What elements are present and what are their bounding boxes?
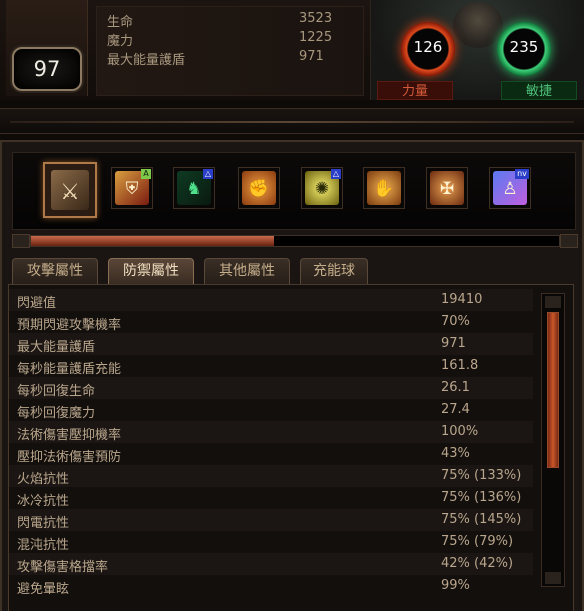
stat-row[interactable]: 預期閃避攻擊機率 70% (9, 311, 533, 333)
stat-value: 100% (441, 424, 479, 439)
stat-value: 43% (441, 446, 470, 461)
tab-defense[interactable]: 防禦屬性 (108, 258, 194, 284)
crossed-blade-icon: ✠ (430, 171, 464, 205)
strength-label: 力量 (377, 81, 453, 100)
stat-energy-shield-value: 971 (299, 49, 324, 64)
progress-left-cap (12, 234, 30, 248)
stat-name: 每秒回復魔力 (17, 406, 96, 421)
stat-name: 最大能量護盾 (17, 340, 96, 355)
stat-name: 預期閃避攻擊機率 (17, 318, 122, 333)
stat-row[interactable]: 避免暈眩 99% (9, 575, 533, 597)
stat-mana-label: 魔力 (107, 34, 134, 49)
stat-row[interactable]: 最大能量護盾 971 (9, 333, 533, 355)
character-stats-window: ⚔ ⛨ A ♞ △ ✊ ✺ △ ✋ ✠ ♙ nv 攻擊屬性 防禦屬性 其他屬性 … (0, 140, 584, 611)
skill-slot[interactable]: ✺ △ (301, 167, 343, 209)
section-divider (0, 108, 584, 134)
progress-fill (31, 236, 274, 246)
fist-strike-icon: ✊ (242, 171, 276, 205)
core-stats-list: 生命 3523 魔力 1225 最大能量護盾 971 (96, 6, 364, 96)
stat-name: 冰冷抗性 (17, 494, 70, 509)
divider-ornament (10, 121, 574, 123)
skill-slot-selected[interactable]: ⚔ (43, 162, 97, 218)
defense-stats-panel: 閃避值 19410 預期閃避攻擊機率 70% 最大能量護盾 971 每秒能量護盾充能 161.… (8, 284, 574, 611)
stat-row[interactable]: 閃避值 19410 (9, 289, 533, 311)
stat-value: 26.1 (441, 380, 470, 395)
stat-life: 生命 3523 (107, 11, 357, 30)
skill-slot[interactable]: ✊ (238, 167, 280, 209)
progress-right-cap (560, 234, 578, 248)
stat-name: 壓抑法術傷害預防 (17, 450, 122, 465)
stat-row[interactable]: 混沌抗性 75% (79%) (9, 531, 533, 553)
tab-offense[interactable]: 攻擊屬性 (12, 258, 98, 284)
progress-row (12, 234, 578, 250)
stat-value: 161.8 (441, 358, 479, 373)
stat-energy-shield-label: 最大能量護盾 (107, 53, 186, 68)
stat-life-value: 3523 (299, 11, 333, 26)
stat-value: 75% (133%) (441, 468, 522, 483)
strength-value: 126 (413, 38, 443, 56)
tab-misc[interactable]: 其他屬性 (204, 258, 290, 284)
stat-row[interactable]: 閃電抗性 75% (145%) (9, 509, 533, 531)
stat-row[interactable]: 攻擊傷害格擋率 42% (42%) (9, 553, 533, 575)
skill-slot[interactable]: ✋ (363, 167, 405, 209)
gem-badge: A (141, 169, 151, 179)
stat-name: 混沌抗性 (17, 538, 70, 553)
scroll-thumb[interactable] (547, 312, 559, 468)
sword-icon: ⚔ (51, 170, 89, 210)
attribute-panel: 126 235 力量 敏捷 (370, 0, 584, 100)
stat-row[interactable]: 每秒回復魔力 27.4 (9, 399, 533, 421)
stat-row[interactable]: 壓抑法術傷害預防 43% (9, 443, 533, 465)
stat-name: 每秒回復生命 (17, 384, 96, 399)
gem-badge: nv (515, 169, 529, 179)
stat-value: 27.4 (441, 402, 470, 417)
dexterity-value: 235 (509, 38, 539, 56)
stat-name: 法術傷害壓抑機率 (17, 428, 122, 443)
level-value: 97 (33, 57, 61, 81)
stat-row[interactable]: 火焰抗性 75% (133%) (9, 465, 533, 487)
stat-life-label: 生命 (107, 15, 134, 30)
stat-value: 70% (441, 314, 470, 329)
stat-value: 75% (136%) (441, 490, 522, 505)
character-header: 97 生命 3523 魔力 1225 最大能量護盾 971 126 235 力量… (0, 0, 584, 100)
stat-mana: 魔力 1225 (107, 30, 357, 49)
dexterity-label: 敏捷 (501, 81, 577, 100)
stat-value: 75% (145%) (441, 512, 522, 527)
stat-value: 19410 (441, 292, 483, 307)
skill-slot[interactable]: ♙ nv (489, 167, 531, 209)
stats-scrollbar[interactable] (541, 293, 565, 587)
stat-row[interactable]: 冰冷抗性 75% (136%) (9, 487, 533, 509)
stat-name: 避免暈眩 (17, 582, 70, 597)
skill-gem-bar: ⚔ ⛨ A ♞ △ ✊ ✺ △ ✋ ✠ ♙ nv (12, 152, 576, 230)
stat-value: 99% (441, 578, 470, 593)
strength-orb[interactable]: 126 (401, 22, 455, 76)
stat-name: 攻擊傷害格擋率 (17, 560, 109, 575)
scroll-up-button[interactable] (545, 296, 561, 308)
stat-mana-value: 1225 (299, 30, 333, 45)
tab-charges[interactable]: 充能球 (300, 258, 368, 284)
stat-row[interactable]: 每秒能量護盾充能 161.8 (9, 355, 533, 377)
skill-slot[interactable]: ✠ (426, 167, 468, 209)
gem-badge: △ (331, 169, 341, 179)
stat-name: 閃避值 (17, 296, 57, 311)
scroll-down-button[interactable] (545, 572, 561, 584)
stat-name: 閃電抗性 (17, 516, 70, 531)
progress-bar (30, 235, 560, 247)
level-badge: 97 (12, 47, 82, 91)
stat-row[interactable]: 每秒回復生命 26.1 (9, 377, 533, 399)
gem-badge: △ (203, 169, 213, 179)
stat-value: 75% (79%) (441, 534, 514, 549)
stat-tabs: 攻擊屬性 防禦屬性 其他屬性 充能球 (12, 258, 576, 284)
stat-row[interactable]: 法術傷害壓抑機率 100% (9, 421, 533, 443)
stat-energy-shield: 最大能量護盾 971 (107, 49, 357, 68)
stat-value: 971 (441, 336, 466, 351)
skill-slot[interactable]: ♞ △ (173, 167, 215, 209)
stat-name: 每秒能量護盾充能 (17, 362, 122, 377)
stat-name: 火焰抗性 (17, 472, 70, 487)
grasp-icon: ✋ (367, 171, 401, 205)
stat-value: 42% (42%) (441, 556, 514, 571)
dexterity-orb[interactable]: 235 (497, 22, 551, 76)
skill-slot[interactable]: ⛨ A (111, 167, 153, 209)
statue-face-icon (453, 2, 503, 48)
